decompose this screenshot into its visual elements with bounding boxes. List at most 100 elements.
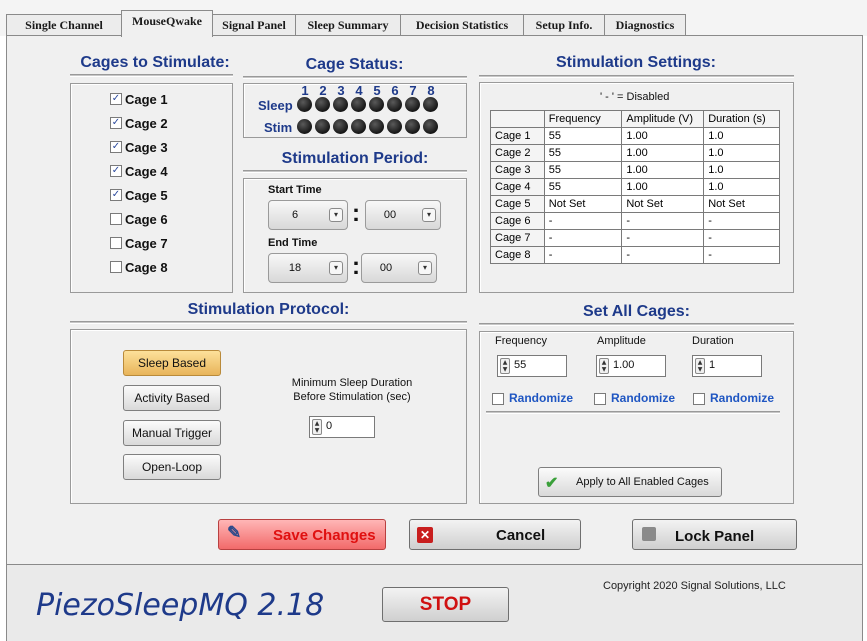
sleep-leds [296,97,446,114]
table-cell[interactable]: - [621,229,705,247]
tab-mouseqwake[interactable]: MouseQwake [121,10,213,39]
frequency-label: Frequency [495,335,547,347]
open-loop-button[interactable]: Open-Loop [123,454,221,480]
cage-status-heading: Cage Status: [305,56,404,73]
spinner-arrows-icon[interactable]: ▲ ▼ [599,358,609,374]
cage-2-checkbox[interactable]: ✓ [110,117,122,129]
stim-led-3 [333,119,348,134]
table-cell[interactable]: - [703,246,780,264]
randomize-frequency-checkbox[interactable] [492,393,504,405]
table-cell[interactable]: 1.00 [621,144,705,162]
table-cell[interactable]: 55 [543,161,623,179]
table-cell[interactable]: - [543,212,623,230]
table-cell[interactable]: 1.00 [621,178,705,196]
spinner-arrows-icon[interactable]: ▲ ▼ [500,358,510,374]
spinner-arrows-icon[interactable]: ▲ ▼ [312,419,322,435]
randomize-duration-checkbox[interactable] [693,393,705,405]
table-cell[interactable]: 55 [543,144,623,162]
save-changes-button[interactable]: ✎ Save Changes [218,519,386,550]
cage-number: 2 [319,83,327,98]
end-minute-select[interactable]: 00 ▾ [361,253,437,283]
sleep-led-8 [423,97,438,112]
start-hour-select[interactable]: 6 ▾ [268,200,348,230]
copyright-text: Copyright 2020 Signal Solutions, LLC [603,580,786,592]
cage-number: 6 [391,83,399,98]
randomize-amplitude-checkbox[interactable] [594,393,606,405]
cage-5-checkbox[interactable]: ✓ [110,189,122,201]
checkmark-icon: ✔ [545,475,559,492]
table-cell[interactable]: Not Set [543,195,623,213]
cage-3-checkbox[interactable]: ✓ [110,141,122,153]
table-header-empty [490,110,545,128]
table-cell[interactable]: - [703,229,780,247]
cage-number: 8 [427,83,435,98]
cage-1-checkbox[interactable]: ✓ [110,93,122,105]
stim-led-5 [369,119,384,134]
min-sleep-value: 0 [326,420,333,432]
table-cell[interactable]: 1.00 [621,127,705,145]
stim-led-2 [315,119,330,134]
row-label: Cage 2 [490,144,545,162]
sleep-led-2 [315,97,330,112]
cage-7-checkbox[interactable] [110,237,122,249]
end-time-label: End Time [268,237,318,249]
min-sleep-input[interactable]: ▲ ▼ 0 [309,416,375,438]
tab-decision-statistics[interactable]: Decision Statistics [400,14,524,36]
cage-6-label: Cage 6 [125,212,168,227]
cancel-button[interactable]: ✕ Cancel [409,519,581,550]
disabled-note: ' - ' = Disabled [600,91,670,103]
table-row: Cage 1 55 1.00 1.0 [490,127,780,145]
sleep-led-7 [405,97,420,112]
tab-signal-panel[interactable]: Signal Panel [212,14,296,36]
amplitude-input[interactable]: ▲ ▼ 1.00 [596,355,666,377]
chevron-down-icon[interactable]: ▾ [329,261,343,275]
table-cell[interactable]: 55 [543,127,623,145]
end-hour-select[interactable]: 18 ▾ [268,253,348,283]
tab-setup-info[interactable]: Setup Info. [523,14,605,36]
chevron-down-icon[interactable]: ▾ [329,208,343,222]
sleep-based-button[interactable]: Sleep Based [123,350,221,376]
tab-diagnostics[interactable]: Diagnostics [604,14,686,36]
table-cell[interactable]: 1.0 [703,178,780,196]
frequency-input[interactable]: ▲ ▼ 55 [497,355,567,377]
cage-8-checkbox[interactable] [110,261,122,273]
cage-6-checkbox[interactable] [110,213,122,225]
table-cell[interactable]: - [543,246,623,264]
duration-input[interactable]: ▲ ▼ 1 [692,355,762,377]
cage-8-label: Cage 8 [125,260,168,275]
table-cell[interactable]: 1.0 [703,144,780,162]
lock-panel-label: Lock Panel [675,528,755,545]
table-cell[interactable]: 1.0 [703,161,780,179]
row-label: Cage 1 [490,127,545,145]
divider [479,323,794,326]
lock-panel-button[interactable]: Lock Panel [632,519,797,550]
table-cell[interactable]: 1.00 [621,161,705,179]
stimulation-protocol-heading: Stimulation Protocol: [187,301,350,318]
table-row: Cage 4 55 1.00 1.0 [490,178,780,196]
activity-based-button[interactable]: Activity Based [123,385,221,411]
table-cell[interactable]: - [621,246,705,264]
stop-button[interactable]: STOP [382,587,509,622]
row-label: Cage 7 [490,229,545,247]
divider [70,74,233,77]
chevron-down-icon[interactable]: ▾ [418,261,432,275]
apply-all-button[interactable]: ✔ Apply to All Enabled Cages [538,467,722,497]
table-cell[interactable]: Not Set [621,195,705,213]
table-cell[interactable]: 1.0 [703,127,780,145]
start-minute-select[interactable]: 00 ▾ [365,200,441,230]
table-cell[interactable]: - [621,212,705,230]
cage-4-checkbox[interactable]: ✓ [110,165,122,177]
table-cell[interactable]: 55 [543,178,623,196]
manual-trigger-button[interactable]: Manual Trigger [123,420,221,446]
tab-single-channel[interactable]: Single Channel [6,14,122,36]
cage-3-label: Cage 3 [125,140,168,155]
table-cell[interactable]: - [543,229,623,247]
chevron-down-icon[interactable]: ▾ [422,208,436,222]
table-cell[interactable]: Not Set [703,195,780,213]
start-minute-value: 00 [383,209,397,221]
table-cell[interactable]: - [703,212,780,230]
stimulation-settings-heading: Stimulation Settings: [556,54,716,71]
spinner-arrows-icon[interactable]: ▲ ▼ [695,358,705,374]
tab-sleep-summary[interactable]: Sleep Summary [295,14,401,36]
table-header-row: Frequency Amplitude (V) Duration (s) [490,110,780,128]
